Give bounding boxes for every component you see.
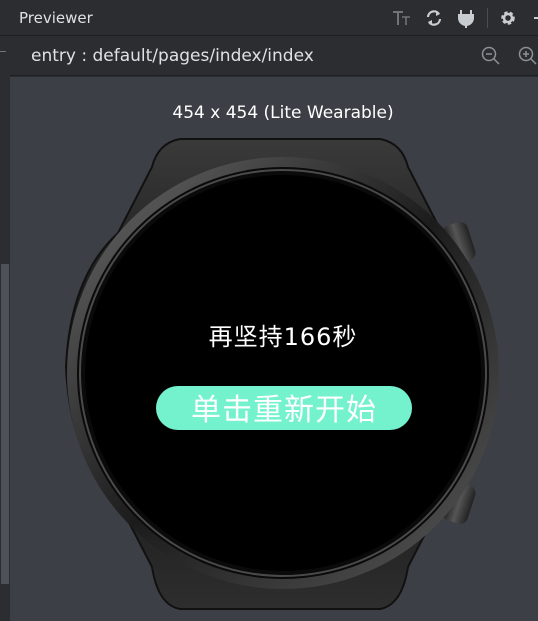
minimize-icon[interactable] [528, 8, 538, 28]
strip-tick [0, 51, 6, 58]
left-scroll-strip [0, 36, 10, 621]
vertical-scrollbar[interactable] [1, 264, 9, 584]
zoom-in-icon[interactable] [518, 46, 538, 66]
page-path-bar: entry : default/pages/index/index [0, 36, 538, 76]
font-size-icon[interactable] [392, 8, 412, 28]
previewer-titlebar: Previewer [0, 0, 538, 36]
countdown-message: 再坚持166秒 [208, 323, 358, 351]
restart-button[interactable]: 单击重新开始 [156, 386, 412, 430]
toolbar-separator [487, 8, 488, 28]
preview-stage: 454 x 454 (Lite Wearable) 再坚持166秒 单击重新开始 [10, 77, 538, 621]
watch-screen [85, 175, 481, 571]
panel-title: Previewer [19, 9, 93, 27]
plug-icon[interactable] [456, 8, 476, 28]
zoom-out-icon[interactable] [481, 46, 501, 66]
refresh-icon[interactable] [424, 8, 444, 28]
page-path: entry : default/pages/index/index [31, 46, 314, 66]
gear-icon[interactable] [498, 8, 518, 28]
